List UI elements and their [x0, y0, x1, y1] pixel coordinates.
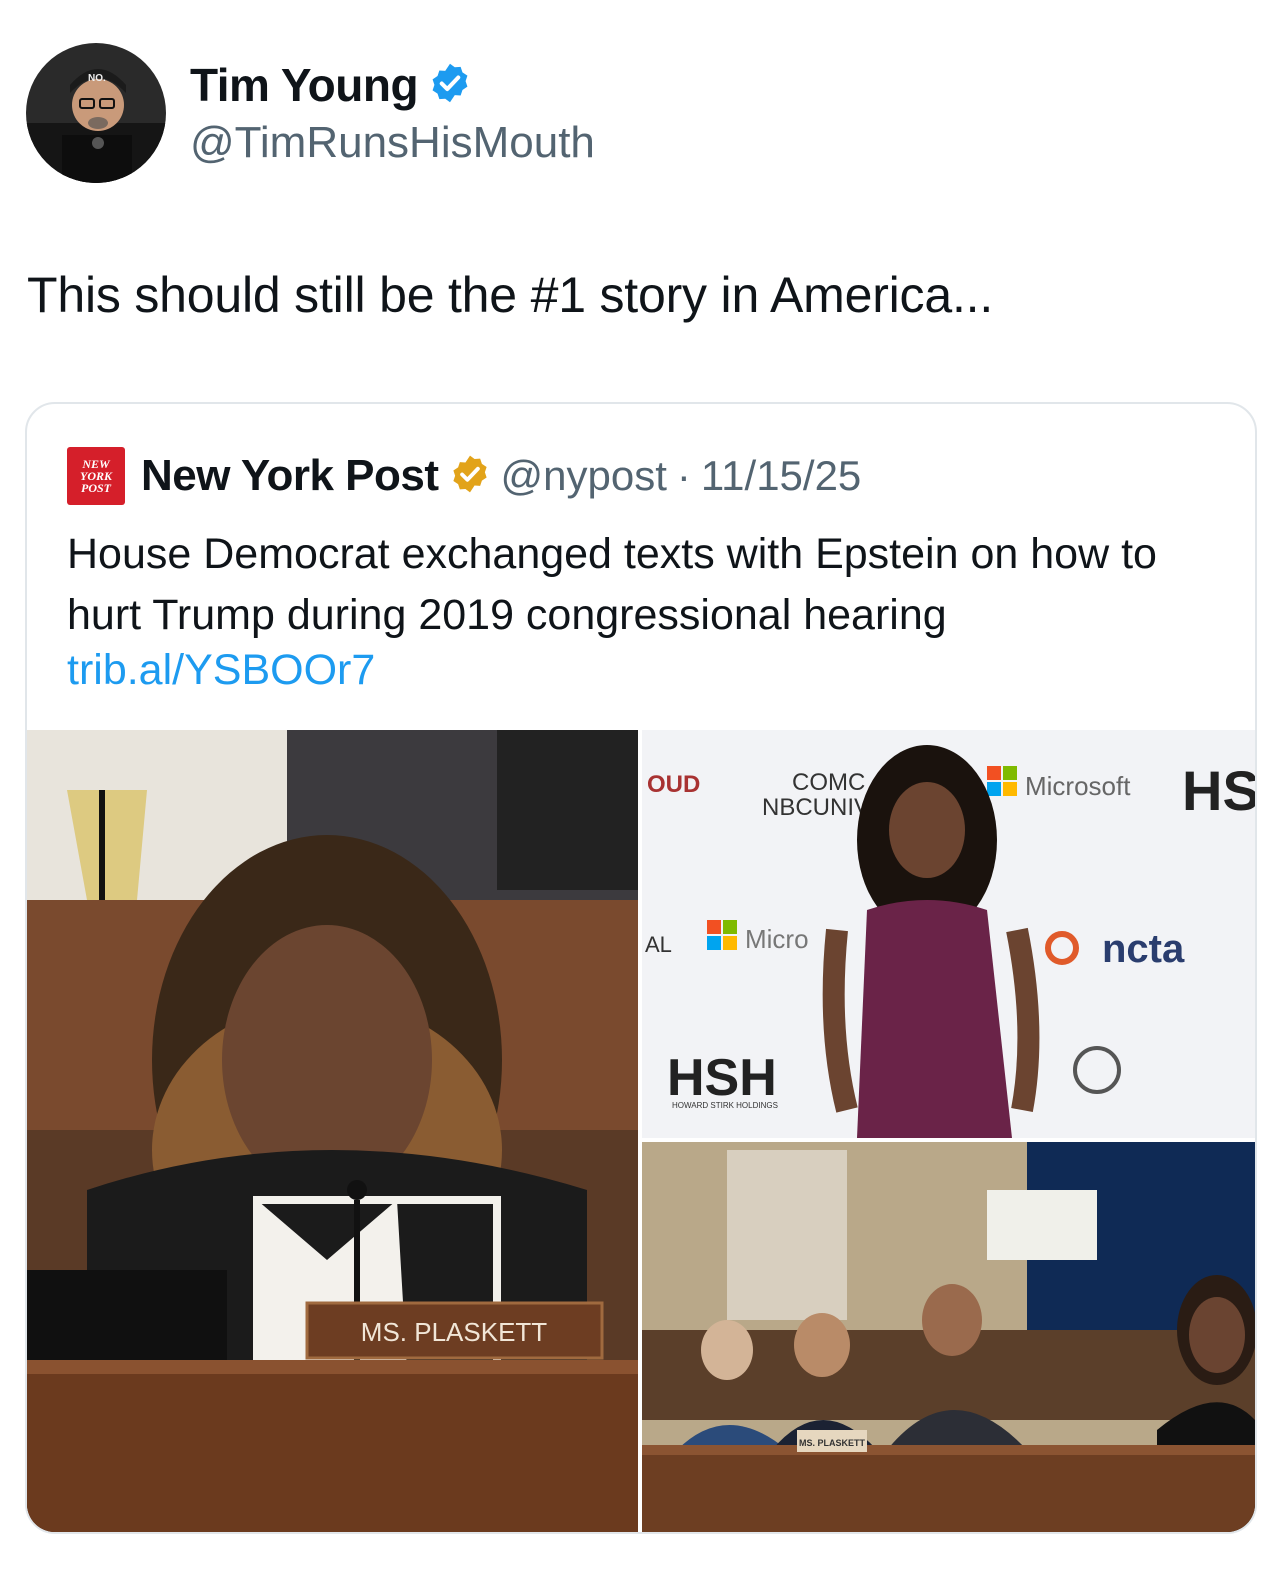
backdrop-text-micro: Micro — [745, 924, 809, 954]
author-avatar[interactable]: NO. — [26, 43, 166, 183]
quoted-tweet-link[interactable]: trib.al/YSBOOr7 — [67, 646, 375, 695]
backdrop-text-hs: HS — [1182, 759, 1255, 822]
backdrop-text-hsh: HSH — [667, 1049, 777, 1107]
tweet-text: This should still be the #1 story in Ame… — [27, 267, 994, 323]
quoted-display-name[interactable]: New York Post — [141, 451, 439, 501]
verified-badge-icon — [428, 61, 472, 110]
photo-hearing-room[interactable]: MS. PLASKETT — [642, 1142, 1255, 1532]
gold-verified-badge-icon — [449, 453, 491, 500]
author-handle[interactable]: @TimRunsHisMouth — [190, 118, 595, 168]
photo-red-carpet[interactable]: OUD COMC NBCUNIV Microsoft HS AL Micro n… — [642, 730, 1255, 1138]
avatar-cap-text: NO. — [88, 73, 106, 84]
media-grid: MS. PLASKETT OUD COMC NBCUNIV Microsoft … — [27, 730, 1255, 1532]
backdrop-text-al: AL — [645, 932, 672, 957]
author-display-name: Tim Young — [190, 59, 419, 111]
backdrop-text-hsh-sub: HOWARD STIRK HOLDINGS — [672, 1101, 778, 1110]
backdrop-text-microsoft: Microsoft — [1025, 771, 1131, 801]
nypost-logo-line-3: POST — [81, 481, 111, 495]
quoted-date[interactable]: 11/15/25 — [701, 452, 861, 500]
author-name-row[interactable]: Tim Young — [190, 55, 472, 115]
quoted-tweet-header: NEW YORK POST New York Post @nypost · 11… — [67, 447, 861, 505]
nypost-logo: NEW YORK POST — [67, 447, 125, 505]
avatar-image: NO. — [26, 43, 166, 183]
nameplate-text: MS. PLASKETT — [361, 1317, 547, 1347]
backdrop-text-ncta: ncta — [1102, 927, 1185, 971]
quoted-tweet-text: House Democrat exchanged texts with Epst… — [67, 530, 1157, 639]
hearing-room-nameplate: MS. PLASKETT — [799, 1438, 866, 1448]
photo-hearing-portrait[interactable]: MS. PLASKETT — [27, 730, 638, 1532]
quoted-handle[interactable]: @nypost — [501, 452, 667, 500]
separator-dot: · — [676, 452, 691, 499]
quoted-tweet-card[interactable]: NEW YORK POST New York Post @nypost · 11… — [25, 402, 1257, 1534]
backdrop-text-nbcuniv: NBCUNIV — [762, 794, 870, 821]
backdrop-text-oud: OUD — [647, 771, 700, 798]
backdrop-text-comcast: COMC — [792, 769, 865, 796]
